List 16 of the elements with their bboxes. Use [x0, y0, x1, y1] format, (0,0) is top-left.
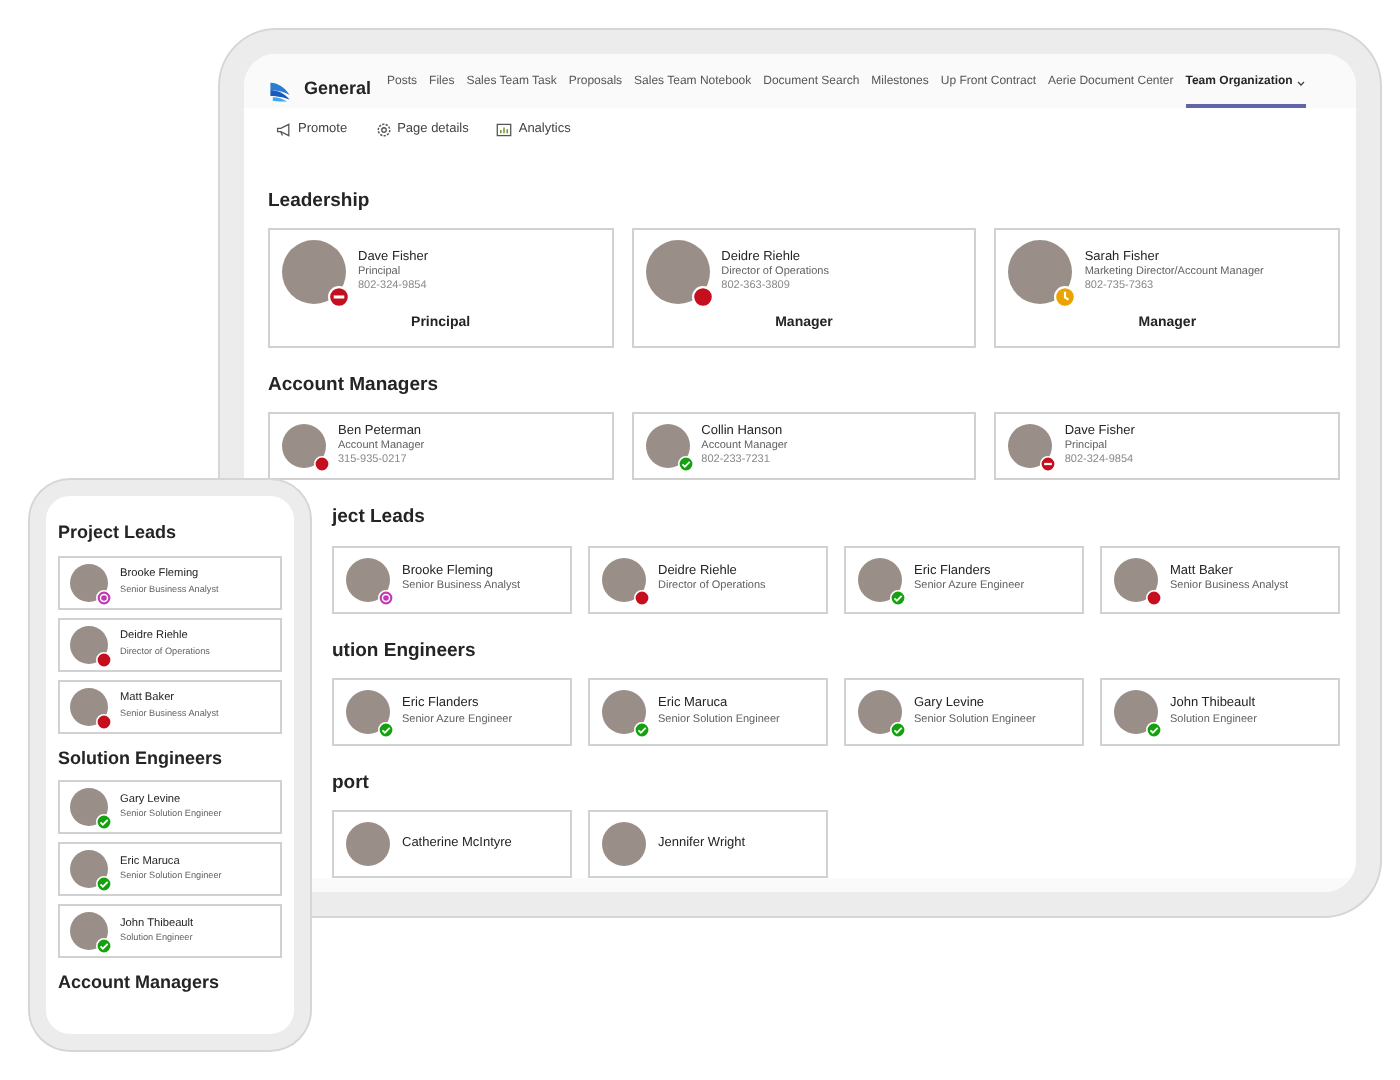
section-heading: Account Managers	[58, 970, 222, 996]
section-heading: Account Managers	[268, 371, 440, 399]
chart-icon[interactable]	[496, 121, 513, 138]
section-heading: ution Engineers	[332, 637, 478, 666]
section-heading: Leadership	[268, 187, 372, 216]
section-heading: ject Leads	[332, 504, 427, 533]
logo-icon	[268, 77, 292, 101]
avatar-placeholder	[346, 822, 390, 867]
section-heading: Solution Engineers	[58, 745, 225, 772]
megaphone-icon[interactable]	[276, 121, 292, 138]
section-heading: Project Leads	[58, 520, 179, 546]
avatar-placeholder	[602, 822, 646, 867]
section-heading: port	[332, 769, 371, 798]
team-name: General	[304, 75, 372, 102]
chevron-down-icon	[1296, 78, 1307, 88]
settings-icon[interactable]	[375, 121, 392, 138]
